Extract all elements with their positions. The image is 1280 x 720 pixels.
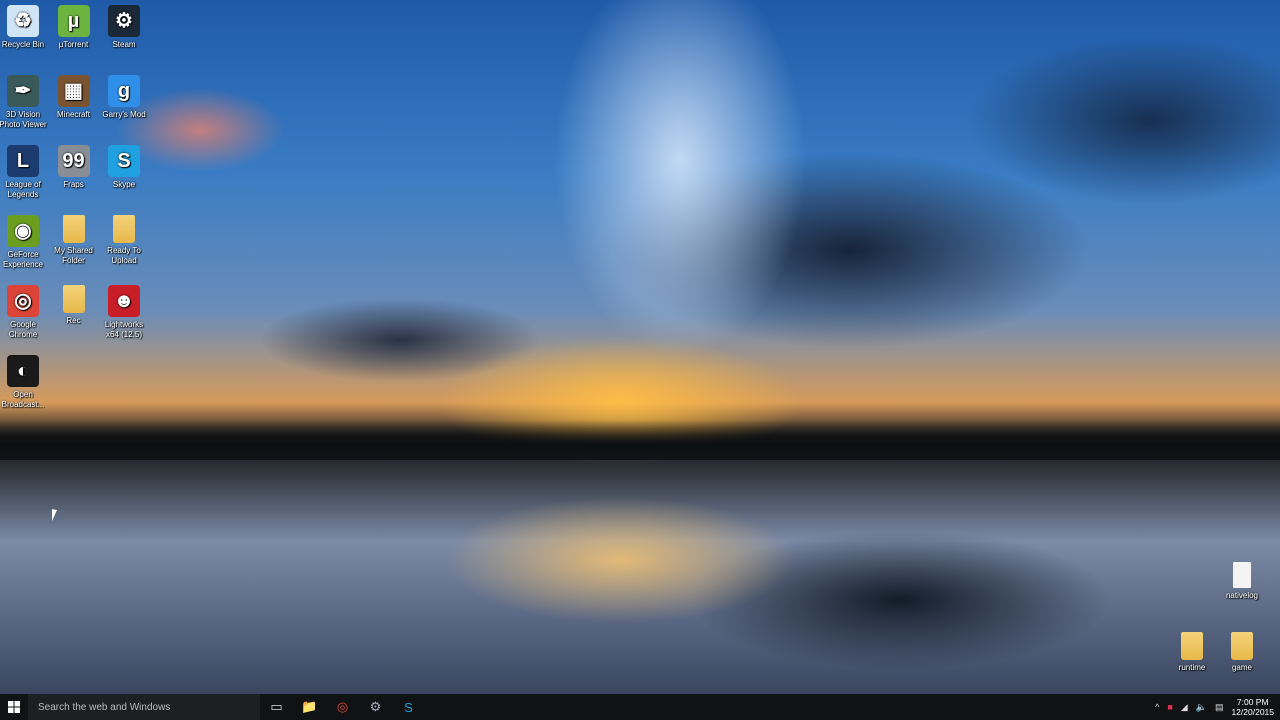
utorrent-icon: µ [57, 5, 90, 37]
desktop-icon-label: runtime [1178, 663, 1206, 672]
taskbar-steam-button[interactable]: ⚙ [359, 694, 392, 720]
folder-icon [62, 215, 85, 243]
taskbar-chrome-button[interactable]: ◎ [326, 694, 359, 720]
desktop-icon-lightworks-x64-12-5[interactable]: ☻ Lightworks x64 (12.5) [99, 285, 149, 340]
action-center-icon[interactable]: ▤ [1215, 702, 1224, 713]
desktop-icon-label: Fraps [63, 180, 84, 189]
desktop-icon-label: Rec [66, 316, 81, 325]
file-icon [1233, 562, 1251, 588]
minecraft-icon: ▦ [57, 75, 90, 107]
desktop-icon-runtime[interactable]: runtime [1167, 632, 1217, 673]
desktop-icon-3d-vision-photo-viewer[interactable]: ✒ 3D Vision Photo Viewer [0, 75, 48, 130]
desktop-wallpaper [0, 0, 1280, 694]
desktop-icon-label: My Shared Folder [54, 246, 93, 265]
clock-date: 12/20/2015 [1231, 707, 1274, 717]
desktop-icon-label: Ready To Upload [107, 246, 141, 265]
pinned-apps: ▭ 📁 ◎ ⚙ S [260, 694, 425, 720]
fraps-icon: 99 [57, 145, 90, 177]
network-icon[interactable]: ◢ [1181, 702, 1188, 713]
system-tray: ^ ■ ◢ 🔈 ▤ 7:00 PM 12/20/2015 [1151, 694, 1280, 720]
desktop-icon-label: µTorrent [58, 40, 89, 49]
file-explorer-icon: 📁 [301, 699, 318, 714]
desktop-icon-steam[interactable]: ⚙ Steam [99, 5, 149, 50]
desktop-icon-label: GeForce Experience [2, 250, 44, 269]
folder-icon [1181, 632, 1203, 660]
wallpaper-treeline [0, 420, 1280, 460]
desktop-icon-skype[interactable]: S Skype [99, 145, 149, 190]
desktop-icon-label: Lightworks x64 (12.5) [104, 320, 144, 339]
desktop-icon-game[interactable]: game [1217, 632, 1267, 673]
mouse-cursor [52, 509, 62, 523]
chrome-icon: ◎ [336, 699, 349, 714]
obs-icon: ◐ [7, 355, 39, 387]
volume-icon[interactable]: 🔈 [1196, 702, 1207, 713]
taskbar-skype-button[interactable]: S [392, 694, 425, 720]
desktop-icon-open-broadcast[interactable]: ◐ Open Broadcast... [0, 355, 48, 410]
desktop-icon-label: Steam [112, 40, 136, 49]
3d-vision-icon: ✒ [7, 75, 39, 107]
desktop-icon-rec[interactable]: Rec [49, 285, 99, 326]
security-shield-icon[interactable]: ■ [1167, 702, 1172, 712]
desktop-icon-label: Garry's Mod [102, 110, 146, 119]
search-box[interactable]: Search the web and Windows [28, 694, 260, 720]
show-hidden-icons-chevron-icon[interactable]: ^ [1155, 702, 1159, 712]
steam-icon: ⚙ [108, 5, 140, 37]
desktop-icon-google-chrome[interactable]: ◎ Google Chrome [0, 285, 48, 340]
recycle-bin-icon: ♻ [7, 5, 39, 37]
desktop-icon-label: Google Chrome [8, 320, 38, 339]
desktop-icon-nativelog[interactable]: nativelog [1217, 562, 1267, 601]
geforce-icon: ◉ [7, 215, 39, 247]
clock[interactable]: 7:00 PM 12/20/2015 [1231, 697, 1274, 717]
desktop-icon-label: 3D Vision Photo Viewer [0, 110, 47, 129]
steam-icon: ⚙ [369, 699, 382, 714]
desktop-icon-label: Recycle Bin [1, 40, 45, 49]
folder-icon [1231, 632, 1253, 660]
folder-icon [113, 215, 135, 243]
chrome-icon: ◎ [7, 285, 39, 317]
desktop-icon-league-of-legends[interactable]: L League of Legends [0, 145, 48, 200]
taskbar-file-explorer-button[interactable]: 📁 [293, 694, 326, 720]
search-placeholder: Search the web and Windows [38, 701, 171, 713]
folder-icon [62, 285, 85, 313]
windows-logo-icon [8, 701, 20, 713]
desktop-icon-recycle-bin[interactable]: ♻ Recycle Bin [0, 5, 48, 50]
desktop-icon-my-shared-folder[interactable]: My Shared Folder [49, 215, 99, 266]
desktop-icon-ready-to-upload[interactable]: Ready To Upload [99, 215, 149, 266]
start-button[interactable] [0, 694, 28, 720]
desktop-icon-label: Skype [112, 180, 136, 189]
taskbar-task-view-button[interactable]: ▭ [260, 694, 293, 720]
desktop-icon-label: League of Legends [5, 180, 41, 199]
task-view-icon: ▭ [270, 699, 283, 714]
lightworks-icon: ☻ [108, 285, 140, 317]
desktop-icon--torrent[interactable]: µ µTorrent [49, 5, 99, 50]
desktop-icon-label: game [1231, 663, 1252, 672]
desktop-icon-fraps[interactable]: 99 Fraps [49, 145, 99, 190]
league-of-legends-icon: L [7, 145, 39, 177]
desktop-icon-label: nativelog [1225, 591, 1259, 600]
skype-icon: S [108, 145, 140, 177]
desktop-icon-geforce-experience[interactable]: ◉ GeForce Experience [0, 215, 48, 270]
garrys-mod-icon: g [108, 75, 140, 107]
desktop-icon-label: Minecraft [57, 110, 90, 119]
desktop-icon-garry-s-mod[interactable]: g Garry's Mod [99, 75, 149, 120]
skype-icon: S [404, 699, 413, 715]
clock-time: 7:00 PM [1236, 697, 1269, 707]
taskbar: Search the web and Windows ▭ 📁 ◎ ⚙ S ^ ■ ◢ 🔈… [0, 694, 1280, 720]
desktop-icon-label: Open Broadcast... [1, 390, 45, 409]
desktop-icon-minecraft[interactable]: ▦ Minecraft [49, 75, 99, 120]
